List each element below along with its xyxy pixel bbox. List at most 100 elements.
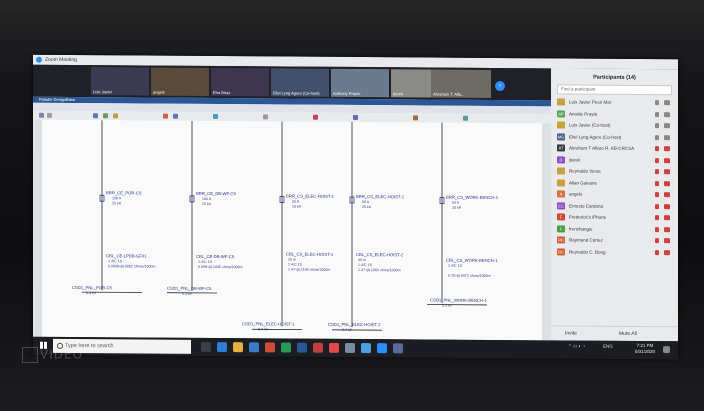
load-label: CSD1_PNL_POR-C5 bbox=[72, 285, 112, 291]
participant-row[interactable]: MG Eliel Lyng Agero (Co-host) bbox=[551, 131, 678, 143]
toolbar-icon[interactable] bbox=[103, 113, 108, 119]
mail-icon[interactable] bbox=[249, 342, 259, 353]
mic-icon[interactable] bbox=[655, 134, 659, 140]
cable-spec: 1.4/C 1S bbox=[198, 259, 212, 264]
video-tile[interactable]: Eha Bhaz bbox=[211, 67, 269, 97]
toolbar-icon[interactable] bbox=[113, 113, 118, 119]
participant-row[interactable]: Ffrenchangie bbox=[551, 223, 678, 235]
zoom-logo-icon bbox=[36, 56, 42, 63]
mic-icon[interactable] bbox=[655, 100, 659, 106]
mic-muted-icon[interactable] bbox=[655, 226, 659, 232]
designbase-icon[interactable] bbox=[393, 343, 403, 354]
tile-name: Eha Bhaz bbox=[213, 90, 231, 96]
toolbar-icon[interactable] bbox=[93, 113, 98, 119]
participant-name: Abraham T Alfaro R. KB-CRCSA bbox=[569, 145, 635, 151]
participant-row[interactable]: Aangels bbox=[551, 188, 678, 200]
mic-icon[interactable] bbox=[655, 111, 659, 117]
camera-off-icon[interactable] bbox=[664, 226, 670, 232]
camera-off-icon[interactable] bbox=[664, 157, 670, 163]
participants-list: Luis Javier Peon Mar AP Anoide Prayto Luis … bbox=[551, 96, 678, 258]
video-tile[interactable]: Eliel Lyng Agero (Co-host) bbox=[271, 68, 329, 97]
camera-off-icon[interactable] bbox=[664, 169, 670, 175]
participant-row[interactable]: AT Abraham T Alfaro R. KB-CRCSA bbox=[551, 142, 678, 154]
tray-icons[interactable]: ⌃ ▭ ◐ ◔ bbox=[568, 343, 585, 349]
cable-impedance: 1.47+j0.1066 ohms/1000m bbox=[358, 268, 401, 273]
toolbar-icon[interactable] bbox=[263, 114, 268, 120]
video-tile[interactable]: Abraham T. Alfa... bbox=[431, 69, 491, 98]
camera-off-icon[interactable] bbox=[664, 146, 670, 152]
invite-button[interactable]: Invite bbox=[565, 330, 577, 336]
participant-row[interactable]: Luis Javier (Co-host) bbox=[551, 119, 678, 131]
task-view-icon[interactable] bbox=[201, 341, 211, 352]
toolbar-icon[interactable] bbox=[163, 113, 168, 119]
video-tile[interactable]: Anthony Prayto bbox=[331, 68, 389, 98]
office-icon[interactable] bbox=[265, 342, 275, 353]
bus-fault: 25 kA bbox=[292, 204, 302, 209]
participant-search-input[interactable]: Find a participant bbox=[557, 84, 672, 96]
taskbar-clock[interactable]: 7:21 PM 5/31/2020 bbox=[635, 343, 655, 355]
participant-row[interactable]: Allan Galvane bbox=[551, 177, 678, 189]
file-explorer-icon[interactable] bbox=[233, 342, 243, 353]
toolbar-icon[interactable] bbox=[47, 112, 52, 118]
cable-length: 25 m bbox=[288, 257, 296, 262]
mic-muted-icon[interactable] bbox=[655, 169, 659, 175]
mic-icon[interactable] bbox=[655, 123, 659, 129]
bus-fault: 25 kA bbox=[452, 205, 462, 210]
app-icon[interactable] bbox=[329, 342, 339, 353]
camera-icon[interactable] bbox=[664, 111, 670, 117]
gallery-next-icon[interactable]: › bbox=[495, 80, 505, 92]
chrome-icon[interactable] bbox=[361, 343, 371, 354]
participant-row[interactable]: Luis Javier Peon Mar bbox=[551, 96, 678, 108]
camera-off-icon[interactable] bbox=[664, 203, 670, 209]
participant-row[interactable]: F Frederick's iPhone bbox=[551, 211, 678, 223]
video-tile[interactable]: angels bbox=[151, 67, 209, 96]
mic-muted-icon[interactable] bbox=[655, 203, 659, 209]
load-voltage: 0.4 kV bbox=[86, 291, 97, 296]
toolbar-icon[interactable] bbox=[313, 114, 318, 120]
camera-off-icon[interactable] bbox=[664, 192, 670, 198]
participant-row[interactable]: AP Anoide Prayto bbox=[551, 108, 678, 120]
mic-muted-icon[interactable] bbox=[655, 215, 659, 221]
app-icon[interactable] bbox=[345, 342, 355, 353]
camera-off-icon[interactable] bbox=[664, 249, 670, 255]
toolbar-icon[interactable] bbox=[213, 114, 218, 120]
tray-language[interactable]: ENG bbox=[603, 344, 613, 349]
edge-icon[interactable] bbox=[217, 342, 227, 353]
cad-left-palette[interactable] bbox=[33, 119, 42, 337]
notification-icon[interactable] bbox=[663, 346, 670, 354]
mic-muted-icon[interactable] bbox=[655, 146, 659, 152]
participant-avatar bbox=[557, 167, 565, 175]
toolbar-icon[interactable] bbox=[173, 113, 178, 119]
toolbar-icon[interactable] bbox=[413, 115, 418, 121]
mic-muted-icon[interactable] bbox=[655, 249, 659, 255]
participant-row[interactable]: RC Reynaldo C. Bong bbox=[551, 246, 678, 258]
participant-row[interactable]: EC Ernesto Cardona bbox=[551, 200, 678, 212]
participant-row[interactable]: Dderek bbox=[551, 154, 678, 166]
participant-name: Anoide Prayto bbox=[569, 110, 598, 117]
camera-off-icon[interactable] bbox=[664, 215, 670, 221]
mute-all-button[interactable]: Mute All bbox=[619, 331, 637, 337]
cad-right-scrollbar[interactable] bbox=[542, 123, 551, 341]
camera-icon[interactable] bbox=[664, 123, 670, 129]
toolbar-icon[interactable] bbox=[463, 115, 468, 121]
schematic-canvas[interactable]: BRR_CE_POR-CS 100 A 25 kA BRR_CE_DB-WF-C… bbox=[42, 119, 542, 341]
participant-row[interactable]: RC Raymond Cortez bbox=[551, 234, 678, 246]
camera-icon[interactable] bbox=[664, 134, 670, 140]
camera-off-icon[interactable] bbox=[664, 238, 670, 244]
toolbar-icon[interactable] bbox=[39, 112, 44, 118]
camera-icon[interactable] bbox=[664, 100, 670, 106]
participant-row[interactable]: Reynaldo Veras bbox=[551, 165, 678, 177]
word-icon[interactable] bbox=[297, 342, 307, 353]
toolbar-icon[interactable] bbox=[353, 114, 358, 121]
powerpoint-icon[interactable] bbox=[313, 342, 323, 353]
mic-muted-icon[interactable] bbox=[655, 157, 659, 163]
camera-off-icon[interactable] bbox=[664, 180, 670, 186]
mic-muted-icon[interactable] bbox=[655, 192, 659, 198]
zoom-taskbar-icon[interactable] bbox=[377, 343, 387, 354]
excel-icon[interactable] bbox=[281, 342, 291, 353]
bus-label: BRR_CS_ELEC-HOIST-2 bbox=[356, 194, 404, 200]
video-tile[interactable]: Luis Javier bbox=[91, 67, 149, 96]
mic-muted-icon[interactable] bbox=[655, 180, 659, 186]
load-label: CSD1_PNL_ELEC-HOIST-2 bbox=[328, 321, 381, 328]
mic-muted-icon[interactable] bbox=[655, 238, 659, 244]
